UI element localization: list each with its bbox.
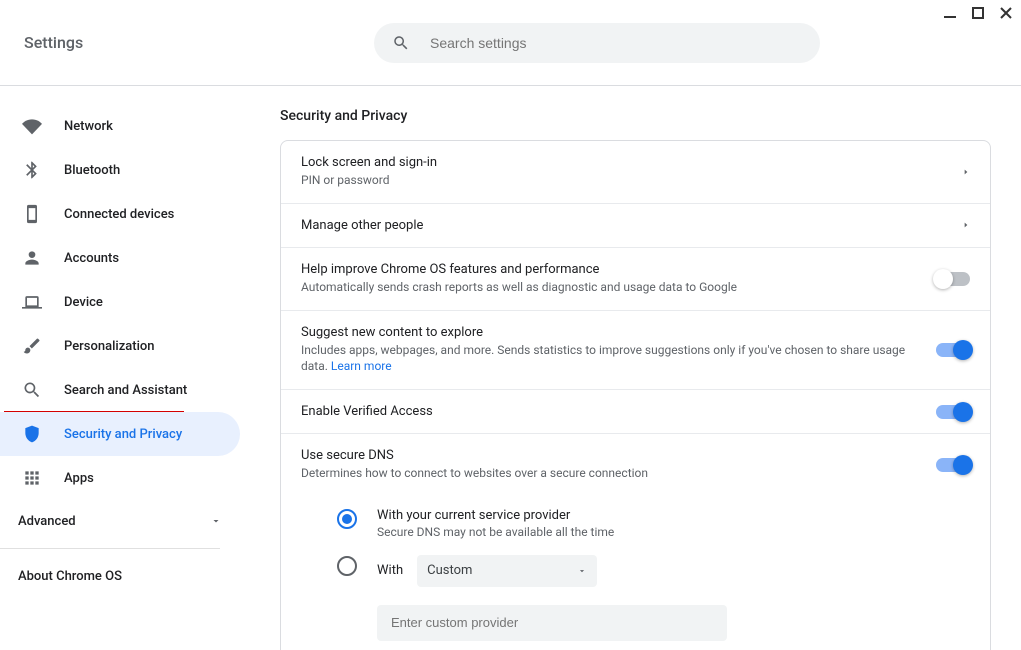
row-subtitle: Includes apps, webpages, and more. Sends… <box>301 342 920 376</box>
dns-option-custom[interactable]: With Custom <box>337 547 970 595</box>
chevron-right-icon <box>962 219 970 231</box>
row-improve-chromeos: Help improve Chrome OS features and perf… <box>281 248 990 311</box>
page-title: Settings <box>24 33 374 52</box>
sidebar-item-label: Connected devices <box>64 207 174 222</box>
dns-provider-select[interactable]: Custom <box>417 555 597 587</box>
option-title: With your current service provider <box>377 508 970 523</box>
sidebar-item-label: Security and Privacy <box>64 427 182 442</box>
shield-icon <box>22 424 42 444</box>
person-icon <box>22 248 42 268</box>
sidebar-item-security[interactable]: Security and Privacy <box>0 412 240 456</box>
dns-options: With your current service provider Secur… <box>281 496 990 650</box>
row-verified-access: Enable Verified Access <box>281 390 990 434</box>
advanced-label: Advanced <box>18 514 76 529</box>
sidebar: Network Bluetooth Connected devices Acco… <box>0 86 240 650</box>
dns-custom-input-wrap[interactable] <box>377 605 727 641</box>
toggle-verified[interactable] <box>936 405 970 419</box>
sidebar-item-connected-devices[interactable]: Connected devices <box>0 192 240 236</box>
row-title: Use secure DNS <box>301 448 920 463</box>
option-subtitle: Secure DNS may not be available all the … <box>377 525 970 539</box>
phone-icon <box>22 204 42 224</box>
search-input[interactable] <box>428 34 812 52</box>
row-lock-screen[interactable]: Lock screen and sign-in PIN or password <box>281 141 990 204</box>
sidebar-advanced[interactable]: Advanced <box>0 500 240 542</box>
sidebar-item-device[interactable]: Device <box>0 280 240 324</box>
radio-custom-provider[interactable] <box>337 556 357 576</box>
window-controls <box>943 6 1013 20</box>
learn-more-link[interactable]: Learn more <box>331 359 392 373</box>
wifi-icon <box>22 116 42 136</box>
maximize-icon[interactable] <box>971 6 985 20</box>
sidebar-about[interactable]: About Chrome OS <box>0 555 240 584</box>
sidebar-item-label: Network <box>64 119 113 134</box>
toggle-suggest[interactable] <box>936 343 970 357</box>
row-subtitle: Determines how to connect to websites ov… <box>301 465 920 482</box>
radio-current-provider[interactable] <box>337 509 357 529</box>
sidebar-item-label: Search and Assistant <box>64 383 187 398</box>
bluetooth-icon <box>22 160 42 180</box>
settings-card: Lock screen and sign-in PIN or password … <box>280 140 991 650</box>
search-icon <box>392 34 410 52</box>
sidebar-item-apps[interactable]: Apps <box>0 456 240 500</box>
row-subtitle: Automatically sends crash reports as wel… <box>301 279 920 296</box>
select-value: Custom <box>427 563 472 578</box>
row-title: Manage other people <box>301 218 946 233</box>
sidebar-item-personalization[interactable]: Personalization <box>0 324 240 368</box>
chevron-down-icon <box>577 566 587 576</box>
row-title: Help improve Chrome OS features and perf… <box>301 262 920 277</box>
minimize-icon[interactable] <box>943 6 957 20</box>
row-subtitle: PIN or password <box>301 172 946 189</box>
row-title: Lock screen and sign-in <box>301 155 946 170</box>
sidebar-item-label: Device <box>64 295 103 310</box>
chevron-down-icon <box>210 515 222 527</box>
sidebar-item-bluetooth[interactable]: Bluetooth <box>0 148 240 192</box>
brush-icon <box>22 336 42 356</box>
sidebar-item-search-assistant[interactable]: Search and Assistant <box>0 368 240 412</box>
option-title: With <box>377 563 403 578</box>
search-icon <box>22 380 42 400</box>
row-title: Enable Verified Access <box>301 404 920 419</box>
row-secure-dns: Use secure DNS Determines how to connect… <box>281 434 990 496</box>
sidebar-item-label: Apps <box>64 471 94 486</box>
apps-icon <box>22 468 42 488</box>
dns-option-current[interactable]: With your current service provider Secur… <box>337 500 970 547</box>
sidebar-item-network[interactable]: Network <box>0 104 240 148</box>
sidebar-item-accounts[interactable]: Accounts <box>0 236 240 280</box>
search-bar[interactable] <box>374 23 820 63</box>
row-suggest-content: Suggest new content to explore Includes … <box>281 311 990 391</box>
section-heading: Security and Privacy <box>280 108 991 124</box>
chevron-right-icon <box>962 166 970 178</box>
close-icon[interactable] <box>999 6 1013 20</box>
sidebar-item-label: Personalization <box>64 339 155 354</box>
toggle-improve[interactable] <box>936 272 970 286</box>
laptop-icon <box>22 292 42 312</box>
row-manage-people[interactable]: Manage other people <box>281 204 990 248</box>
sidebar-item-label: Bluetooth <box>64 163 120 178</box>
row-title: Suggest new content to explore <box>301 325 920 340</box>
dns-custom-input[interactable] <box>389 614 715 631</box>
sidebar-item-label: Accounts <box>64 251 119 266</box>
toggle-secure-dns[interactable] <box>936 458 970 472</box>
